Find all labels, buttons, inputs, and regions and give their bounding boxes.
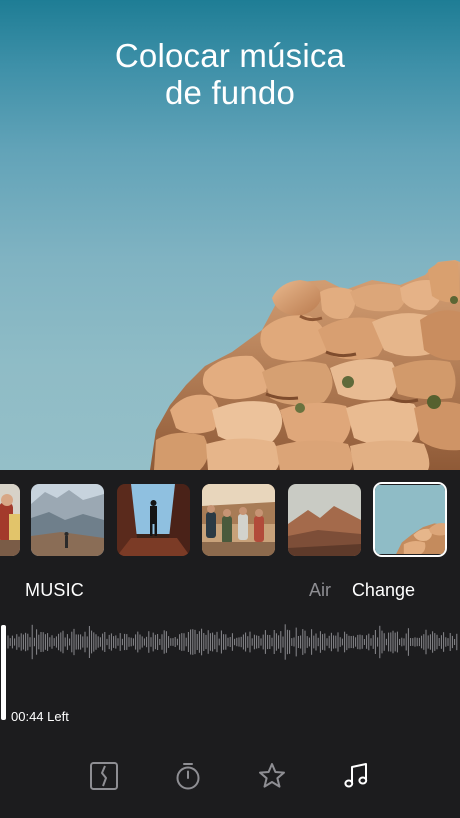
clip-thumbnail[interactable]: [288, 484, 361, 556]
hero-preview: Colocar música de fundo: [0, 0, 460, 470]
duration-button[interactable]: [168, 756, 208, 796]
clip-thumbnail[interactable]: [31, 484, 104, 556]
audio-waveform[interactable]: [0, 620, 460, 720]
star-icon: [259, 763, 285, 788]
canyon-clip-image: [31, 484, 104, 556]
clip-thumbnail-selected[interactable]: [373, 482, 447, 557]
group-hiking-clip-image: [202, 484, 275, 556]
hiker-silhouette-clip-image: [117, 484, 190, 556]
change-music-button[interactable]: Change: [352, 580, 415, 601]
hero-title-line-1: Colocar música: [114, 37, 346, 74]
editor-panel: MUSIC Air Change 00:44 Left: [0, 470, 460, 818]
hero-title: Colocar música de fundo: [40, 37, 420, 112]
clip-strip[interactable]: [0, 482, 460, 558]
timer-icon: [176, 763, 200, 790]
favorite-button[interactable]: [252, 756, 292, 796]
rock-formation-clip-image: [375, 484, 445, 555]
desert-mountain-clip-image: [288, 484, 361, 556]
clip-thumbnail[interactable]: [117, 484, 190, 556]
trim-button[interactable]: [84, 756, 124, 796]
music-note-icon: [344, 763, 368, 788]
bottom-toolbar: [0, 756, 460, 796]
music-section-label: MUSIC: [25, 580, 84, 600]
trim-icon: [90, 762, 118, 790]
clip-thumbnail[interactable]: [0, 484, 20, 556]
clip-thumbnail[interactable]: [202, 484, 275, 556]
playhead-handle[interactable]: [1, 625, 6, 720]
hero-title-line-2: de fundo: [164, 73, 296, 111]
music-button[interactable]: [336, 756, 376, 796]
time-left-label: 00:44 Left: [11, 709, 69, 724]
people-hiking-clip-image: [0, 484, 20, 556]
track-name: Air: [309, 580, 331, 600]
